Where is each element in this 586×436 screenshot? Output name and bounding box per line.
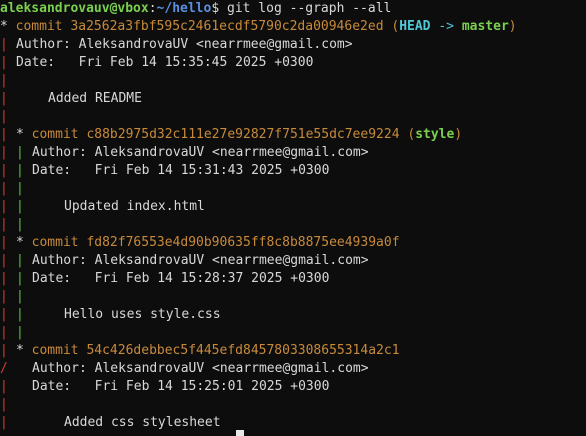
graph-line: | | xyxy=(0,216,32,234)
commit-hash: c88b2975d32c111e27e92827f751e55dc7ee9224 xyxy=(86,127,400,142)
refs-open: ( xyxy=(399,127,416,142)
date-line: | Date: Fri Feb 14 15:35:45 2025 +0300 xyxy=(0,54,313,72)
graph-bar: | xyxy=(0,73,8,88)
author-line: | | Author: AleksandrovaUV <nearrmee@gmail… xyxy=(0,252,369,270)
graph-bar: | xyxy=(0,145,8,160)
commit-author: Author: AleksandrovaUV <nearrmee@gmail.c… xyxy=(32,361,369,376)
refs-close: ) xyxy=(508,19,517,34)
prompt-line: aleksandrovauv@vbox:~/hello$ git log --g… xyxy=(0,0,391,18)
graph-bar: | xyxy=(0,271,8,286)
commit-label: commit xyxy=(15,19,63,34)
terminal-window[interactable]: aleksandrovauv@vbox:~/hello$ git log --g… xyxy=(0,0,586,436)
graph-bar: | xyxy=(0,253,8,268)
message-line: | | Hello uses style.css xyxy=(0,306,221,324)
commit-hash: fd82f76553e4d90b90635ff8c8b8875ee4939a0f xyxy=(86,235,400,250)
commit-date: Date: Fri Feb 14 15:35:45 2025 +0300 xyxy=(16,55,314,70)
date-line: | | Date: Fri Feb 14 15:28:37 2025 +0300 xyxy=(0,270,329,288)
commit-message: Added css stylesheet xyxy=(64,415,221,430)
graph-bar: | xyxy=(16,271,24,286)
graph-bar: | xyxy=(0,307,8,322)
graph-bar: | xyxy=(16,199,24,214)
graph-bar: | xyxy=(0,37,8,52)
prompt-dollar: $ xyxy=(211,1,220,16)
graph-line: | xyxy=(0,396,16,414)
graph-bar: | xyxy=(16,181,24,196)
graph-line: | xyxy=(0,72,16,90)
commit-author: Author: AleksandrovaUV <nearrmee@gmail.c… xyxy=(32,253,369,268)
ref-branch: master xyxy=(461,19,509,34)
graph-line: | xyxy=(0,108,16,126)
graph-bar: | xyxy=(0,109,8,124)
commit-message: Hello uses style.css xyxy=(64,307,221,322)
graph-bar: | xyxy=(16,307,24,322)
graph-bar: | xyxy=(16,325,24,340)
graph-bar: | xyxy=(16,289,24,304)
graph-line: | | xyxy=(0,288,32,306)
terminal-cursor xyxy=(236,430,244,436)
message-line: | Added README xyxy=(0,90,142,108)
author-line: | | Author: AleksandrovaUV <nearrmee@gmail… xyxy=(0,144,369,162)
commit-date: Date: Fri Feb 14 15:25:01 2025 +0300 xyxy=(32,379,330,394)
graph-bar: | xyxy=(0,217,8,232)
commit-line: | * commit c88b2975d32c111e27e92827f751e5… xyxy=(0,126,462,144)
commit-date: Date: Fri Feb 14 15:31:43 2025 +0300 xyxy=(32,163,330,178)
author-line: | Author: AleksandrovaUV <nearrmee@gmail.… xyxy=(0,36,353,54)
prompt-path: ~/hello xyxy=(156,1,212,16)
graph-bar: | xyxy=(0,163,8,178)
ref-arrow: -> xyxy=(430,19,462,34)
commit-line: | * commit fd82f76553e4d90b90635ff8c8b887… xyxy=(0,234,400,252)
graph-bar: | xyxy=(16,217,24,232)
graph-bar: | xyxy=(16,145,24,160)
graph-bar: | xyxy=(0,289,8,304)
commit-line: * commit 3a2562a3fbf595c2461ecdf5790c2da… xyxy=(0,18,517,36)
commit-line: | * commit 54c426debbec5f445efd8457803308… xyxy=(0,342,400,360)
author-line: / Author: AleksandrovaUV <nearrmee@gmail.… xyxy=(0,360,369,378)
graph-bar: | xyxy=(16,253,24,268)
commit-hash: 3a2562a3fbf595c2461ecdf5790c2da00946e2ed xyxy=(70,19,384,34)
graph-star: * xyxy=(0,19,8,34)
graph-star: * xyxy=(16,127,24,142)
commit-author: Author: AleksandrovaUV <nearrmee@gmail.c… xyxy=(16,37,353,52)
graph-bar: | xyxy=(0,325,8,340)
date-line: | Date: Fri Feb 14 15:25:01 2025 +0300 xyxy=(0,378,329,396)
graph-bar: | xyxy=(0,91,8,106)
graph-bar: | xyxy=(0,127,8,142)
graph-line: | | xyxy=(0,180,32,198)
graph-bar: | xyxy=(0,379,8,394)
commit-hash: 54c426debbec5f445efd8457803308655314a2c1 xyxy=(86,343,400,358)
commit-label: commit xyxy=(31,343,79,358)
graph-star: * xyxy=(16,235,24,250)
refs-open: ( xyxy=(383,19,400,34)
graph-bar: | xyxy=(0,343,8,358)
commit-message: Updated index.html xyxy=(64,199,205,214)
graph-bar: | xyxy=(0,415,8,430)
graph-bar: | xyxy=(0,235,8,250)
message-line: | Added css stylesheet xyxy=(0,414,221,432)
refs-close: ) xyxy=(454,127,463,142)
graph-bar: | xyxy=(0,199,8,214)
ref-head: HEAD xyxy=(399,19,431,34)
prompt-separator: : xyxy=(148,1,157,16)
graph-star: * xyxy=(16,343,24,358)
graph-bar: | xyxy=(0,55,8,70)
commit-date: Date: Fri Feb 14 15:28:37 2025 +0300 xyxy=(32,271,330,286)
graph-bar: | xyxy=(16,163,24,178)
graph-merge: / xyxy=(0,361,8,376)
commit-message: Added README xyxy=(48,91,142,106)
date-line: | | Date: Fri Feb 14 15:31:43 2025 +0300 xyxy=(0,162,329,180)
message-line: | | Updated index.html xyxy=(0,198,205,216)
graph-bar: | xyxy=(0,397,8,412)
graph-bar: | xyxy=(0,181,8,196)
commit-label: commit xyxy=(31,127,79,142)
commit-author: Author: AleksandrovaUV <nearrmee@gmail.c… xyxy=(32,145,369,160)
prompt-user-host: aleksandrovauv@vbox xyxy=(0,1,149,16)
graph-line: | | xyxy=(0,324,32,342)
prompt-command: git log --graph --all xyxy=(219,1,392,16)
commit-label: commit xyxy=(31,235,79,250)
ref-branch: style xyxy=(415,127,455,142)
